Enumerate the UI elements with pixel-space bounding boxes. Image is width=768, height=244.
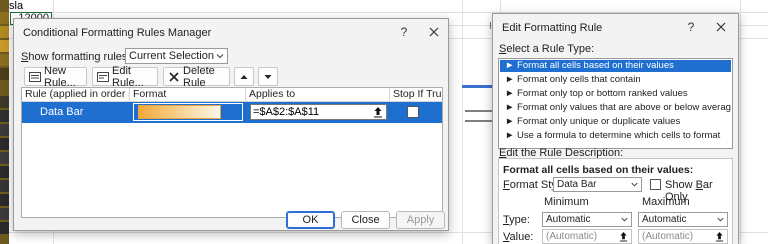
grid-line xyxy=(462,0,463,244)
list-item[interactable]: ► Format only unique or duplicate values xyxy=(500,116,731,128)
list-item[interactable]: ► Format only top or bottom ranked value… xyxy=(500,88,731,100)
apply-button[interactable]: Apply xyxy=(396,211,445,229)
move-down-button[interactable] xyxy=(258,67,278,86)
move-up-button[interactable] xyxy=(234,67,254,86)
rules-table-header: Rule (applied in order shown) Format App… xyxy=(22,88,442,102)
chevron-down-icon xyxy=(631,182,638,187)
type-label: Type: xyxy=(503,214,530,226)
background-line xyxy=(465,110,495,112)
list-item[interactable]: ► Format only cells that contain xyxy=(500,74,731,86)
stop-if-true-checkbox[interactable] xyxy=(407,106,419,118)
edit-rule-dialog: Edit Formatting Rule ? Select a Rule Typ… xyxy=(492,13,739,244)
format-style-select[interactable]: Data Bar xyxy=(553,177,642,192)
chevron-down-icon xyxy=(717,217,724,222)
table-row[interactable]: Data Bar =$A$2:$A$11 xyxy=(22,102,442,123)
column-header: Stop If True xyxy=(393,88,442,100)
show-rules-select[interactable]: Current Selection xyxy=(125,48,228,64)
collapse-dialog-icon[interactable] xyxy=(619,231,628,242)
list-item[interactable]: ► Use a formula to determine which cells… xyxy=(500,130,731,142)
description-heading: Format all cells based on their values: xyxy=(503,164,694,176)
delete-icon xyxy=(169,71,179,82)
collapse-dialog-icon[interactable] xyxy=(715,231,724,242)
grid-line xyxy=(740,0,741,244)
column-header: Rule (applied in order shown) xyxy=(22,88,130,102)
dialog-title: Conditional Formatting Rules Manager xyxy=(23,27,212,39)
list-item[interactable]: ► Format only values that are above or b… xyxy=(500,102,731,114)
delete-rule-button[interactable]: Delete Rule xyxy=(163,65,230,89)
column-header: Applies to xyxy=(246,88,390,102)
arrow-up-icon xyxy=(240,74,248,79)
minimum-value-input[interactable]: (Automatic) xyxy=(542,229,632,244)
show-rules-value: Current Selection xyxy=(129,50,214,62)
edit-rule-button[interactable]: Edit Rule... xyxy=(92,65,158,89)
collapse-dialog-icon[interactable] xyxy=(373,106,383,118)
help-button[interactable]: ? xyxy=(397,25,411,39)
minimum-type-select[interactable]: Automatic xyxy=(542,212,632,227)
arrow-down-icon xyxy=(264,74,272,79)
rules-table: Rule (applied in order shown) Format App… xyxy=(21,87,443,218)
dialog-title: Edit Formatting Rule xyxy=(502,22,603,34)
background-line xyxy=(465,120,495,122)
edit-rule-icon xyxy=(97,71,109,82)
help-button[interactable]: ? xyxy=(684,20,698,34)
row-header-strip xyxy=(0,0,9,244)
close-button[interactable]: Close xyxy=(341,211,390,229)
new-rule-button[interactable]: New Rule... xyxy=(24,65,87,89)
rules-manager-dialog: Conditional Formatting Rules Manager ? S… xyxy=(13,18,449,231)
ok-button[interactable]: OK xyxy=(286,211,335,229)
minimum-label: Minimum xyxy=(544,196,589,208)
column-header: Format xyxy=(130,88,246,102)
list-item[interactable]: ► Format all cells based on their values xyxy=(500,60,731,72)
select-rule-type-label: Select a Rule Type: xyxy=(499,43,595,55)
rule-name: Data Bar xyxy=(40,106,84,118)
rule-type-list: ► Format all cells based on their values… xyxy=(498,58,733,149)
background-selection xyxy=(462,85,496,88)
data-bar-preview xyxy=(138,105,221,119)
close-icon[interactable] xyxy=(427,25,441,39)
chevron-down-icon xyxy=(621,217,628,222)
chevron-down-icon xyxy=(216,54,224,59)
show-bar-only-checkbox[interactable] xyxy=(650,179,661,190)
value-label: Value: xyxy=(503,231,534,243)
maximum-type-select[interactable]: Automatic xyxy=(638,212,728,227)
rules-toolbar: New Rule... Edit Rule... Delete Rule xyxy=(21,65,443,89)
rule-description-panel: Format all cells based on their values: … xyxy=(498,158,733,244)
close-icon[interactable] xyxy=(714,20,728,34)
applies-to-input[interactable]: =$A$2:$A$11 xyxy=(250,104,387,120)
name-box[interactable]: sla xyxy=(9,0,69,12)
new-rule-icon xyxy=(29,71,41,82)
maximum-label: Maximum xyxy=(642,196,690,208)
maximum-value-input[interactable]: (Automatic) xyxy=(638,229,728,244)
